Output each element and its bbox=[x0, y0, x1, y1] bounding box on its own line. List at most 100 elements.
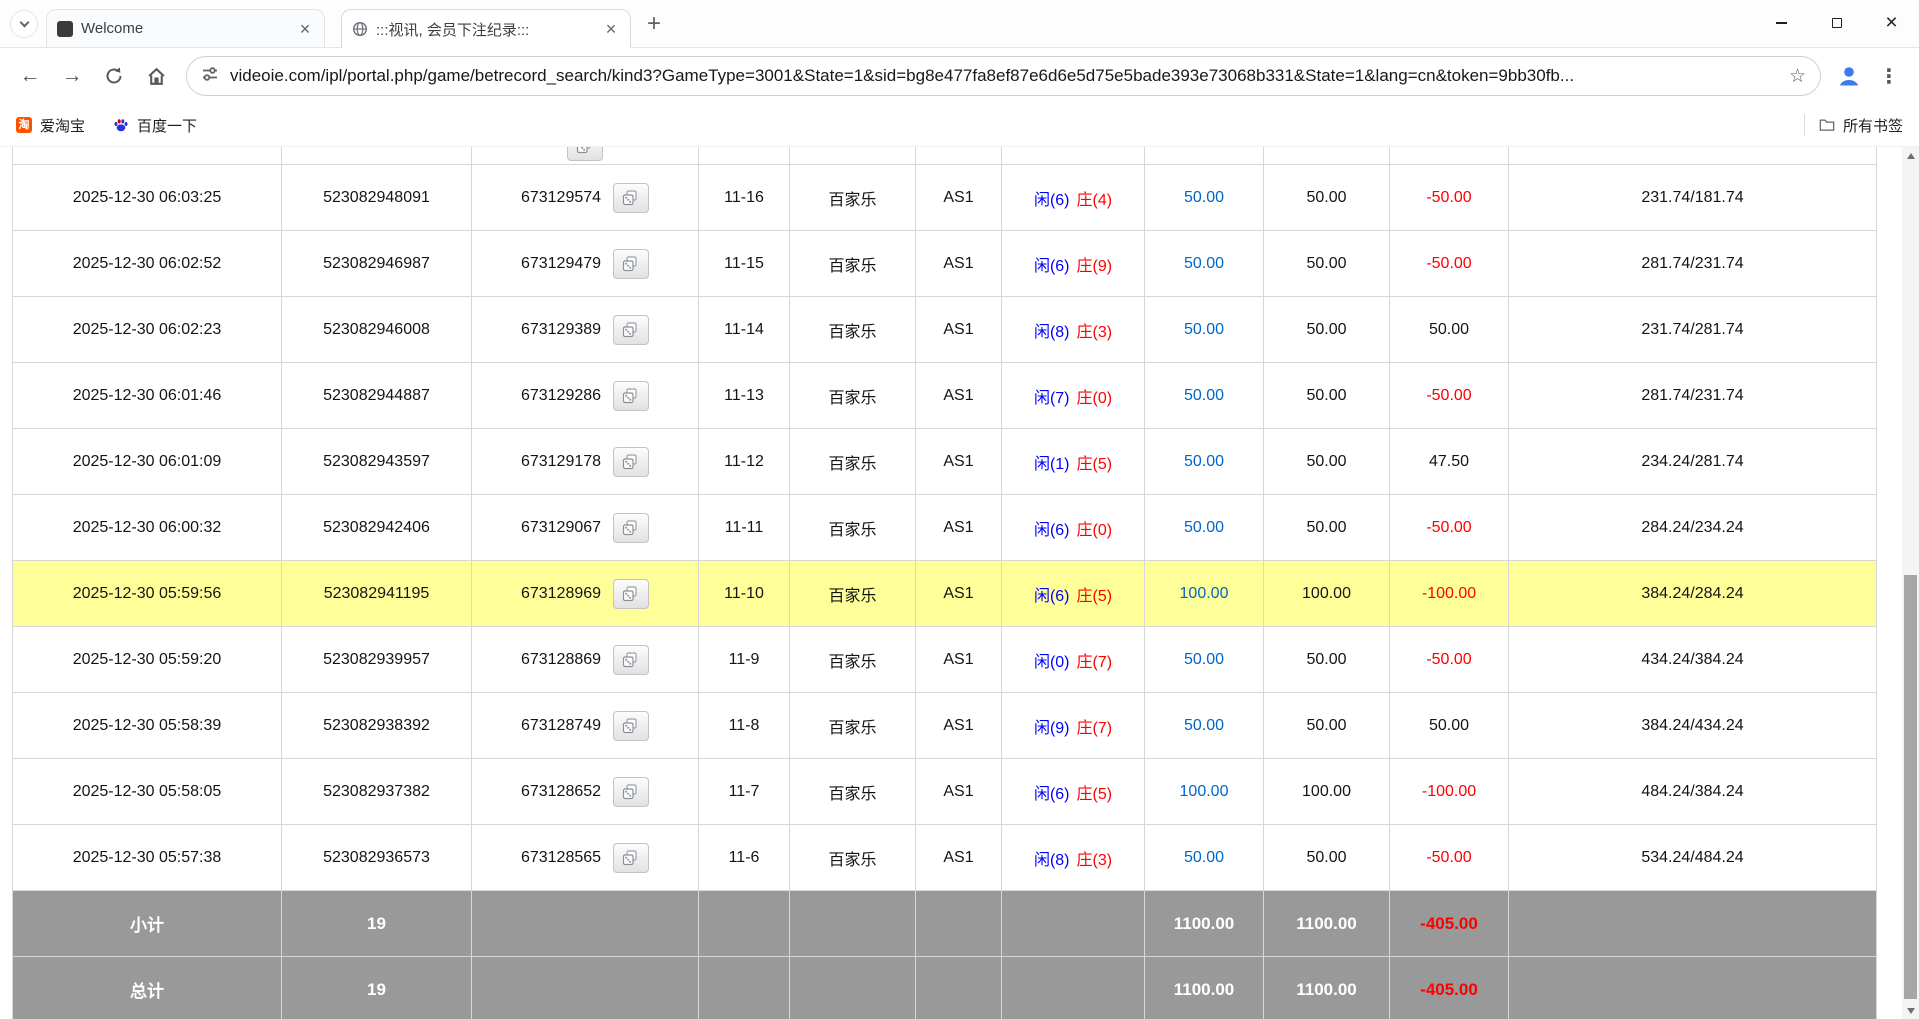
partial-cell bbox=[1002, 147, 1145, 165]
cell-round: 11-12 bbox=[699, 429, 790, 495]
game-id-text: 673129479 bbox=[521, 255, 601, 273]
cell-winloss: -50.00 bbox=[1390, 363, 1509, 429]
cell-winloss: -50.00 bbox=[1390, 231, 1509, 297]
cell-time: 2025-12-30 06:01:09 bbox=[13, 429, 282, 495]
tab-bet-record[interactable]: :::视讯, 会员下注纪录::: × bbox=[341, 9, 631, 48]
bookmark-baidu[interactable]: 百度一下 bbox=[113, 115, 197, 136]
address-bar[interactable]: videoie.com/ipl/portal.php/game/betrecor… bbox=[186, 56, 1821, 96]
cell-table: AS1 bbox=[916, 825, 1002, 891]
bookmark-star-icon[interactable]: ☆ bbox=[1789, 65, 1806, 88]
cell-time: 2025-12-30 05:59:56 bbox=[13, 561, 282, 627]
bet-row: 2025-12-30 05:58:05 523082937382 6731286… bbox=[13, 759, 1877, 825]
cell-valid-amount: 100.00 bbox=[1264, 561, 1390, 627]
player-result: 闲(7) bbox=[1034, 390, 1070, 407]
replay-icon[interactable] bbox=[613, 447, 649, 477]
cell-table: AS1 bbox=[916, 363, 1002, 429]
cell-result: 闲(9)庄(7) bbox=[1002, 693, 1145, 759]
site-info-icon[interactable] bbox=[201, 65, 219, 88]
cell-game-id: 673129178 bbox=[472, 429, 699, 495]
replay-icon[interactable] bbox=[613, 249, 649, 279]
baidu-paw-icon bbox=[113, 117, 129, 133]
tab-welcome[interactable]: Welcome × bbox=[46, 9, 325, 47]
scroll-down-button[interactable] bbox=[1902, 1002, 1919, 1019]
cell-game: 百家乐 bbox=[790, 495, 916, 561]
bet-row: 2025-12-30 06:03:25 523082948091 6731295… bbox=[13, 165, 1877, 231]
banker-result: 庄(0) bbox=[1077, 390, 1113, 407]
cell-game-id: 673129067 bbox=[472, 495, 699, 561]
cell-bet-amount: 50.00 bbox=[1145, 165, 1264, 231]
total-label: 总计 bbox=[13, 957, 282, 1019]
reload-button[interactable] bbox=[94, 56, 134, 96]
bookmarks-bar: 淘 爱淘宝 百度一下 所有书签 bbox=[0, 104, 1919, 147]
cell-time: 2025-12-30 06:02:23 bbox=[13, 297, 282, 363]
cell-valid-amount: 50.00 bbox=[1264, 495, 1390, 561]
replay-icon[interactable] bbox=[613, 315, 649, 345]
scrollbar[interactable] bbox=[1902, 147, 1919, 1019]
cell-valid-amount: 50.00 bbox=[1264, 165, 1390, 231]
profile-icon[interactable] bbox=[1831, 58, 1867, 94]
cell-result: 闲(6)庄(5) bbox=[1002, 759, 1145, 825]
cell-game: 百家乐 bbox=[790, 693, 916, 759]
cell-bet-id: 523082941195 bbox=[282, 561, 472, 627]
cell-game-id: 673129286 bbox=[472, 363, 699, 429]
game-id-text: 673128869 bbox=[521, 651, 601, 669]
bet-row: 2025-12-30 05:57:38 523082936573 6731285… bbox=[13, 825, 1877, 891]
back-button[interactable]: ← bbox=[10, 56, 50, 96]
close-tab-icon[interactable]: × bbox=[602, 20, 620, 38]
scrollbar-thumb[interactable] bbox=[1904, 575, 1917, 999]
partial-cell bbox=[1390, 147, 1509, 165]
scroll-down-icon bbox=[1907, 1008, 1915, 1014]
all-bookmarks-button[interactable]: 所有书签 bbox=[1819, 115, 1903, 136]
cell-result: 闲(6)庄(9) bbox=[1002, 231, 1145, 297]
bookmark-aitaobao[interactable]: 淘 爱淘宝 bbox=[16, 115, 85, 136]
replay-icon[interactable] bbox=[613, 381, 649, 411]
scroll-up-button[interactable] bbox=[1902, 147, 1919, 164]
close-tab-icon[interactable]: × bbox=[296, 20, 314, 38]
tab-title: :::视讯, 会员下注纪录::: bbox=[376, 19, 594, 40]
replay-icon[interactable] bbox=[613, 183, 649, 213]
minimize-icon bbox=[1776, 22, 1787, 24]
player-result: 闲(9) bbox=[1034, 720, 1070, 737]
footer-empty-cell bbox=[1002, 957, 1145, 1019]
cell-game: 百家乐 bbox=[790, 627, 916, 693]
replay-icon[interactable] bbox=[613, 711, 649, 741]
replay-icon[interactable] bbox=[567, 147, 603, 161]
cell-game-id: 673129574 bbox=[472, 165, 699, 231]
footer-empty-cell bbox=[472, 891, 699, 957]
cell-balance: 484.24/384.24 bbox=[1509, 759, 1877, 825]
game-id-text: 673129286 bbox=[521, 387, 601, 405]
cell-balance: 384.24/434.24 bbox=[1509, 693, 1877, 759]
replay-icon[interactable] bbox=[613, 513, 649, 543]
player-result: 闲(6) bbox=[1034, 588, 1070, 605]
replay-icon[interactable] bbox=[613, 777, 649, 807]
total-row: 总计 19 1100.00 1100.00 -405.00 bbox=[13, 957, 1877, 1019]
cell-bet-amount: 50.00 bbox=[1145, 693, 1264, 759]
cell-winloss: -50.00 bbox=[1390, 495, 1509, 561]
url-text: videoie.com/ipl/portal.php/game/betrecor… bbox=[230, 66, 1778, 86]
banker-result: 庄(4) bbox=[1077, 192, 1113, 209]
minimize-button[interactable] bbox=[1754, 0, 1809, 46]
game-id-text: 673128565 bbox=[521, 849, 601, 867]
cell-game-id: 673128969 bbox=[472, 561, 699, 627]
cell-balance: 534.24/484.24 bbox=[1509, 825, 1877, 891]
bet-row: 2025-12-30 05:59:56 523082941195 6731289… bbox=[13, 561, 1877, 627]
tab-search-button[interactable] bbox=[10, 10, 38, 38]
menu-icon[interactable]: ⋮ bbox=[1869, 56, 1909, 96]
forward-button[interactable]: → bbox=[52, 56, 92, 96]
maximize-button[interactable] bbox=[1809, 0, 1864, 46]
cell-result: 闲(8)庄(3) bbox=[1002, 297, 1145, 363]
cell-result: 闲(1)庄(5) bbox=[1002, 429, 1145, 495]
new-tab-button[interactable]: + bbox=[647, 14, 661, 34]
replay-icon[interactable] bbox=[613, 843, 649, 873]
home-button[interactable] bbox=[136, 56, 176, 96]
replay-icon[interactable] bbox=[613, 579, 649, 609]
close-window-button[interactable]: × bbox=[1864, 0, 1919, 46]
bet-rows: 2025-12-30 06:03:25 523082948091 6731295… bbox=[13, 147, 1877, 891]
browser-window: Welcome × :::视讯, 会员下注纪录::: × + × ← → bbox=[0, 0, 1919, 1019]
bet-row: 2025-12-30 05:59:20 523082939957 6731288… bbox=[13, 627, 1877, 693]
cell-bet-amount: 100.00 bbox=[1145, 561, 1264, 627]
cell-winloss: -50.00 bbox=[1390, 165, 1509, 231]
cell-round: 11-10 bbox=[699, 561, 790, 627]
replay-icon[interactable] bbox=[613, 645, 649, 675]
subtotal-count: 19 bbox=[282, 891, 472, 957]
